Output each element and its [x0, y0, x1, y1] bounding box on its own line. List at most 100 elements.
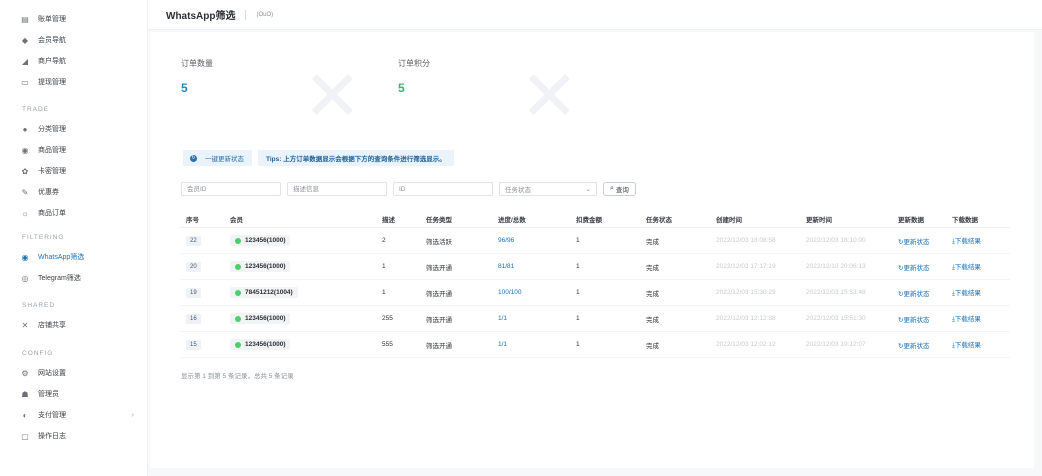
cell-download[interactable]: ⤓下载结果 [952, 313, 981, 324]
member-text: 123456(1000) [245, 263, 286, 270]
sidebar-item-log[interactable]: ▢ 操作日志 [20, 429, 138, 443]
cell-type: 筛选开通 [426, 288, 452, 298]
description-input[interactable] [287, 182, 387, 196]
update-status-link[interactable]: ↻更新状态 [898, 291, 929, 298]
updated-time: 2022/12/03 18:10:00 [806, 237, 866, 244]
column-header: 任务状态 [646, 216, 672, 224]
download-result-link[interactable]: ⤓下载结果 [952, 342, 981, 349]
table-row: 20 123456(1000) 1 筛选开通 81/81 1 完成 2022/12/03 17… [180, 254, 1010, 280]
cell-status: 完成 [646, 236, 659, 246]
id-input[interactable] [393, 182, 493, 196]
cell-type: 筛选开通 [426, 262, 452, 272]
sidebar-item-merchant[interactable]: ◢ 商户导航 [20, 54, 138, 68]
column-header: 更新数据 [898, 216, 924, 224]
update-status-link[interactable]: ↻更新状态 [898, 343, 929, 350]
sidebar-item-coupon[interactable]: ✎ 优惠券 [20, 185, 138, 199]
cell-update[interactable]: ↻更新状态 [898, 314, 929, 324]
sidebar-item-payment[interactable]: ◐ 支付管理 › [20, 408, 138, 422]
goods-icon: ◉ [21, 145, 29, 155]
member-id-input[interactable] [181, 182, 281, 196]
cell-update[interactable]: ↻更新状态 [898, 236, 929, 246]
download-result-link[interactable]: ⤓下载结果 [952, 290, 981, 297]
sidebar-item-card[interactable]: ✿ 卡密管理 [20, 164, 138, 178]
update-status-label: 更新状态 [903, 238, 930, 246]
cell-updated: 2022/12/03 18:10:00 [806, 237, 866, 244]
sidebar-item-category[interactable]: ● 分类管理 [20, 122, 138, 136]
progress-text: 1/1 [498, 315, 508, 322]
cell-download[interactable]: ⤓下载结果 [952, 235, 981, 246]
cell-download[interactable]: ⤓下载结果 [952, 287, 981, 298]
sidebar-item-bill[interactable]: ▤ 账单管理 [20, 12, 138, 26]
sidebar-section-title: CONFIG [22, 350, 54, 357]
bill-icon: ▤ [21, 14, 29, 24]
download-result-link[interactable]: ⤓下载结果 [952, 316, 981, 323]
sidebar-item-share[interactable]: ✕ 店铺共享 [20, 318, 138, 332]
table-row: 16 123456(1000) 255 筛选开通 1/1 1 完成 2022/12/03 12… [180, 306, 1010, 332]
cell-desc: 2 [382, 237, 386, 244]
cell-status: 完成 [646, 314, 659, 324]
cell-member: 123456(1000) [230, 235, 291, 246]
cell-created: 2022/12/03 17:17:19 [716, 263, 776, 270]
cell-id: 16 [186, 313, 201, 324]
updated-time: 2022/12/03 15:53:48 [806, 289, 866, 296]
column-header: 创建时间 [716, 216, 742, 224]
update-status-link[interactable]: ↻更新状态 [898, 265, 929, 272]
sidebar-item-whatsapp[interactable]: ◉ WhatsApp筛选 [20, 250, 138, 264]
sidebar-item-admin[interactable]: ☗ 管理员 [20, 387, 138, 401]
share-icon: ✕ [21, 320, 29, 330]
update-status-label: 更新状态 [903, 342, 930, 350]
sidebar-item-member[interactable]: ◆ 会员导航 [20, 33, 138, 47]
progress-text: 100/100 [498, 289, 522, 296]
cell-type: 筛选开通 [426, 314, 452, 324]
refresh-all-status-button[interactable]: ↻ 一键更新状态 [183, 150, 252, 166]
cell-id: 20 [186, 261, 201, 272]
online-dot-icon [235, 341, 241, 348]
sidebar-item-label: 商品管理 [38, 147, 66, 154]
cell-desc: 555 [382, 341, 393, 348]
cell-desc: 1 [382, 289, 386, 296]
member-badge: 78451212(1004) [230, 287, 298, 298]
fee-text: 1 [576, 341, 580, 348]
sidebar-item-label: 优惠券 [38, 189, 59, 196]
cell-status: 完成 [646, 262, 659, 272]
sidebar-item-goods[interactable]: ◉ 商品管理 [20, 143, 138, 157]
updated-time: 2022/12/10 20:06:13 [806, 263, 866, 270]
cell-update[interactable]: ↻更新状态 [898, 340, 929, 350]
cell-updated: 2022/12/03 19:12:07 [806, 341, 866, 348]
task-status-select[interactable]: 任务状态 ⌄ [499, 182, 597, 196]
update-status-link[interactable]: ↻更新状态 [898, 239, 929, 246]
status-text: 完成 [646, 342, 659, 350]
query-button[interactable]: ⌕ 查询 [603, 182, 636, 196]
sidebar-item-label: 卡密管理 [38, 168, 66, 175]
filter-row: 任务状态 ⌄ ⌕ 查询 [181, 182, 636, 196]
sidebar-item-label: 管理员 [38, 391, 59, 398]
cell-update[interactable]: ↻更新状态 [898, 262, 929, 272]
cell-progress: 1/1 [498, 315, 507, 322]
merchant-icon: ◢ [21, 56, 29, 66]
download-result-link[interactable]: ⤓下载结果 [952, 264, 981, 271]
tips-banner: Tips: 上方订单数据显示会根据下方的查询条件进行筛选显示。 [258, 150, 454, 166]
download-label: 下载结果 [954, 290, 981, 297]
cell-member: 123456(1000) [230, 261, 291, 272]
search-icon: ⌕ [610, 185, 614, 192]
sidebar-item-label: Telegram筛选 [38, 275, 81, 282]
x-watermark-icon: ✕ [520, 55, 579, 137]
created-time: 2022/12/03 18:08:58 [716, 237, 776, 244]
update-status-link[interactable]: ↻更新状态 [898, 317, 929, 324]
cell-download[interactable]: ⤓下载结果 [952, 339, 981, 350]
sidebar-item-settings[interactable]: ⚙ 网站设置 [20, 366, 138, 380]
sidebar-item-label: 商户导航 [38, 58, 66, 65]
column-header: 下载数据 [952, 216, 978, 224]
page-subtitle: (OuO) [256, 11, 274, 18]
cell-progress: 81/81 [498, 263, 514, 270]
status-text: 完成 [646, 316, 659, 324]
cell-desc: 255 [382, 315, 393, 322]
download-result-link[interactable]: ⤓下载结果 [952, 238, 981, 245]
sidebar-item-order[interactable]: ☼ 商品订单 [20, 206, 138, 220]
sidebar-item-telegram[interactable]: ◎ Telegram筛选 [20, 271, 138, 285]
sidebar-item-withdraw[interactable]: ▭ 提现管理 [20, 75, 138, 89]
sidebar: ▤ 账单管理 ◆ 会员导航 ◢ 商户导航 ▭ 提现管理 TRADE ● 分类管理 ◉ 商品管理 ✿ 卡密管理… [0, 0, 148, 476]
cell-member: 123456(1000) [230, 313, 291, 324]
cell-update[interactable]: ↻更新状态 [898, 288, 929, 298]
cell-download[interactable]: ⤓下载结果 [952, 261, 981, 272]
